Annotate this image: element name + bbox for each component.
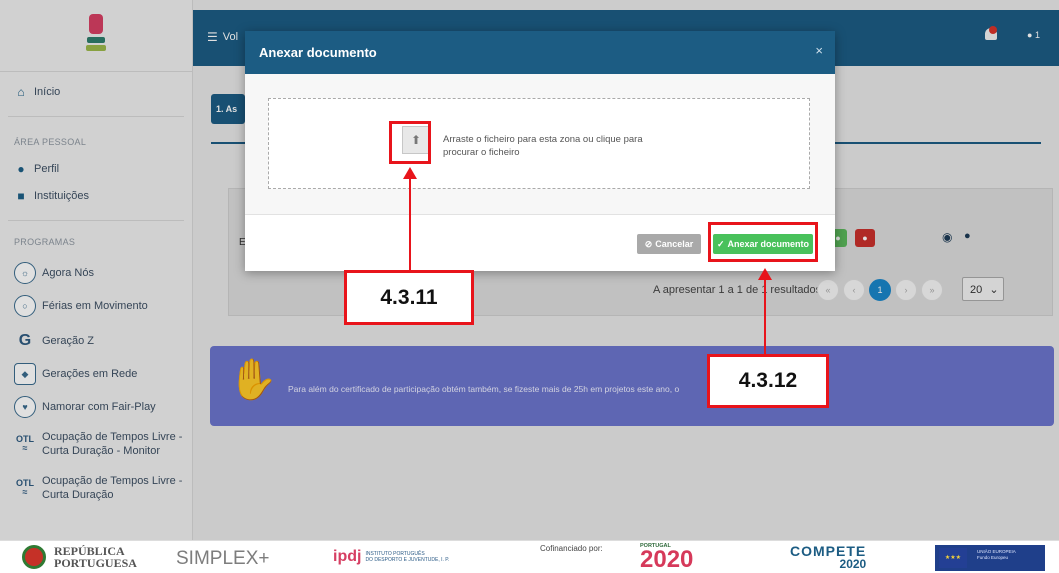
modal-header: Anexar documento ×: [245, 31, 835, 74]
attach-arrow-head: [758, 268, 772, 280]
upload-arrow: [409, 178, 411, 270]
callout-4-3-11: 4.3.11: [344, 270, 474, 325]
logo-text: 2020: [640, 546, 694, 573]
file-dropzone[interactable]: ⬆ Arraste o ficheiro para esta zona ou c…: [268, 98, 810, 189]
cofinanced-label: Cofinanciado por:: [540, 544, 603, 553]
simplex-logo: SIMPLEX+: [176, 548, 270, 569]
portugal-shield-icon: [22, 545, 46, 569]
portugal-2020-logo: PORTUGAL 2020: [640, 543, 694, 573]
attach-arrow: [764, 279, 766, 354]
close-icon[interactable]: ×: [815, 43, 823, 58]
ipdj-mark: ipdj: [333, 548, 362, 565]
dropzone-text: Arraste o ficheiro para esta zona ou cli…: [443, 134, 643, 158]
modal-body: ⬆ Arraste o ficheiro para esta zona ou c…: [245, 74, 835, 214]
logo-text: Fundo Europeu: [977, 555, 1009, 560]
compete-2020-logo: COMPETE 2020: [790, 543, 866, 570]
upload-arrow-head: [403, 167, 417, 179]
cancel-button[interactable]: ⊘ Cancelar: [637, 234, 701, 254]
republica-portuguesa-logo: REPÚBLICA PORTUGUESA: [22, 545, 137, 569]
footer: REPÚBLICA PORTUGUESA SIMPLEX+ ipdj INSTI…: [0, 540, 1059, 573]
modal-title: Anexar documento: [259, 45, 377, 60]
eu-flag-icon: ★★★: [939, 548, 967, 568]
logo-text: DO DESPORTO E JUVENTUDE, I. P.: [365, 557, 450, 563]
ipdj-footer-logo: ipdj INSTITUTO PORTUGUÊS DO DESPORTO E J…: [333, 548, 449, 566]
cancel-icon: ⊘: [644, 238, 653, 249]
upload-highlight: [389, 121, 431, 164]
logo-text: UNIÃO EUROPEIA: [977, 549, 1016, 554]
attach-highlight: [708, 222, 818, 262]
logo-text: 2020: [839, 557, 867, 571]
logo-text: PORTUGUESA: [54, 556, 137, 570]
european-union-logo: ★★★ UNIÃO EUROPEIA Fundo Europeu: [935, 545, 1045, 571]
callout-4-3-12: 4.3.12: [707, 354, 829, 408]
